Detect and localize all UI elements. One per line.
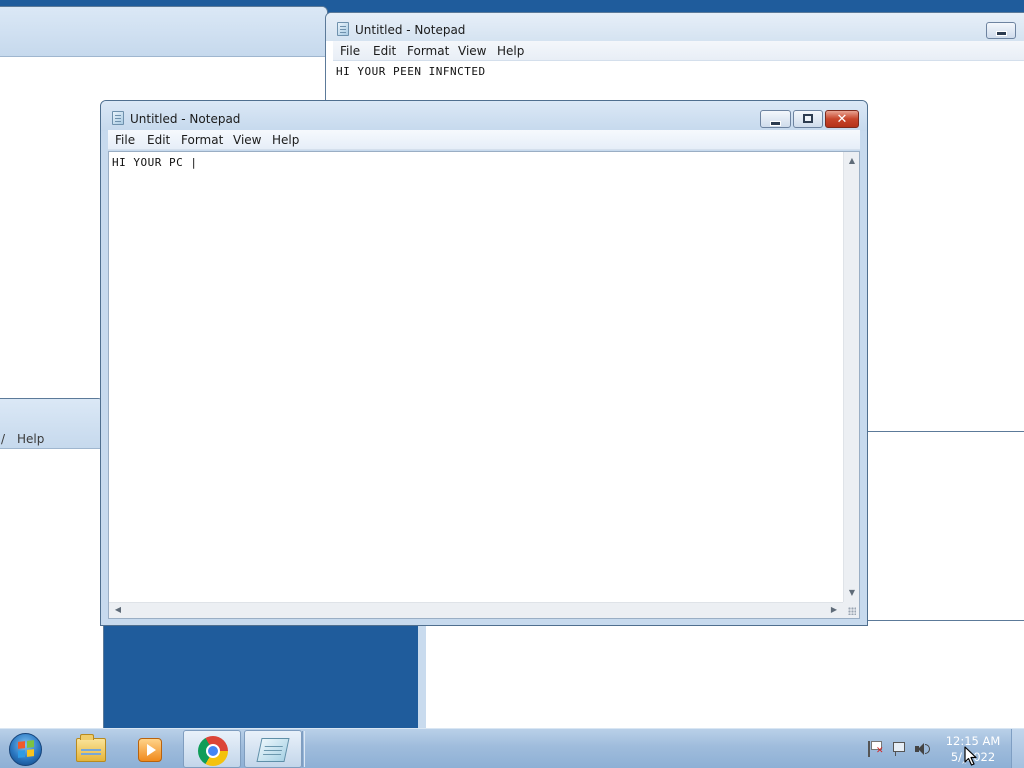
menu-item-view-partial[interactable]: / (1, 432, 5, 446)
restore-icon (803, 114, 813, 123)
menu-bar: File Edit Format View Help (108, 130, 860, 150)
close-button[interactable]: ✕ (825, 110, 859, 128)
background-window-titlebar[interactable] (0, 7, 327, 57)
menu-item-help[interactable]: Help (17, 432, 44, 446)
menu-view[interactable]: View (458, 44, 486, 58)
notepad-button[interactable] (244, 730, 302, 768)
start-button[interactable] (6, 732, 46, 766)
menu-format[interactable]: Format (181, 133, 223, 147)
media-player-button[interactable] (120, 730, 178, 768)
network-icon[interactable] (891, 741, 907, 757)
resize-grip[interactable] (843, 602, 859, 618)
minimize-icon (770, 121, 781, 126)
menu-edit[interactable]: Edit (147, 133, 170, 147)
horizontal-scrollbar[interactable]: ◀ ▶ (109, 602, 843, 618)
menu-file[interactable]: File (115, 133, 135, 147)
folder-icon (76, 734, 106, 762)
media-player-icon (138, 738, 162, 762)
scroll-right-arrow-icon[interactable]: ▶ (829, 606, 839, 614)
chrome-icon (198, 736, 228, 766)
action-center-flag-icon[interactable] (868, 741, 884, 757)
window-title: Untitled - Notepad (130, 112, 241, 126)
text-area[interactable]: HI YOUR PC | ▲ ▼ ◀ ▶ (108, 151, 860, 619)
scroll-down-arrow-icon[interactable]: ▼ (847, 589, 857, 597)
chrome-button[interactable] (183, 730, 241, 768)
vertical-scrollbar[interactable]: ▲ ▼ (843, 152, 859, 602)
menu-help[interactable]: Help (272, 133, 299, 147)
close-icon: ✕ (836, 112, 848, 127)
background-window-titlebar[interactable]: / Help (0, 399, 103, 449)
background-window-bottom[interactable] (418, 620, 1024, 740)
minimize-icon (996, 31, 1007, 36)
windows-logo-icon (18, 740, 34, 758)
document-text: HI YOUR PEEN INFNCTED (336, 65, 486, 78)
volume-icon[interactable] (914, 741, 930, 757)
menu-edit[interactable]: Edit (373, 44, 396, 58)
notepad-icon (112, 111, 124, 125)
background-window-left[interactable]: / Help (0, 398, 104, 738)
notepad-window[interactable]: Untitled - Notepad ✕ File Edit Format Vi… (100, 100, 868, 626)
minimize-button[interactable] (760, 110, 791, 128)
menu-bar: File Edit Format View Help (333, 41, 1024, 61)
minimize-button[interactable] (986, 22, 1016, 39)
menu-file[interactable]: File (340, 44, 360, 58)
window-title: Untitled - Notepad (355, 23, 466, 37)
taskbar-separator (302, 731, 305, 767)
background-notepad-titlebar[interactable]: Untitled - Notepad (326, 13, 1024, 41)
notepad-icon (337, 22, 349, 36)
taskbar: 12:15 AM 5/‸2022 (0, 728, 1024, 768)
title-bar[interactable]: Untitled - Notepad ✕ (101, 101, 867, 131)
menu-help[interactable]: Help (497, 44, 524, 58)
document-text: HI YOUR PC | (112, 156, 198, 169)
show-desktop-button[interactable] (1011, 729, 1024, 768)
menu-view[interactable]: View (233, 133, 261, 147)
menu-format[interactable]: Format (407, 44, 449, 58)
notepad-icon (256, 738, 290, 762)
scroll-up-arrow-icon[interactable]: ▲ (847, 157, 857, 165)
explorer-button[interactable] (60, 730, 118, 768)
maximize-button[interactable] (793, 110, 823, 128)
scroll-left-arrow-icon[interactable]: ◀ (113, 606, 123, 614)
